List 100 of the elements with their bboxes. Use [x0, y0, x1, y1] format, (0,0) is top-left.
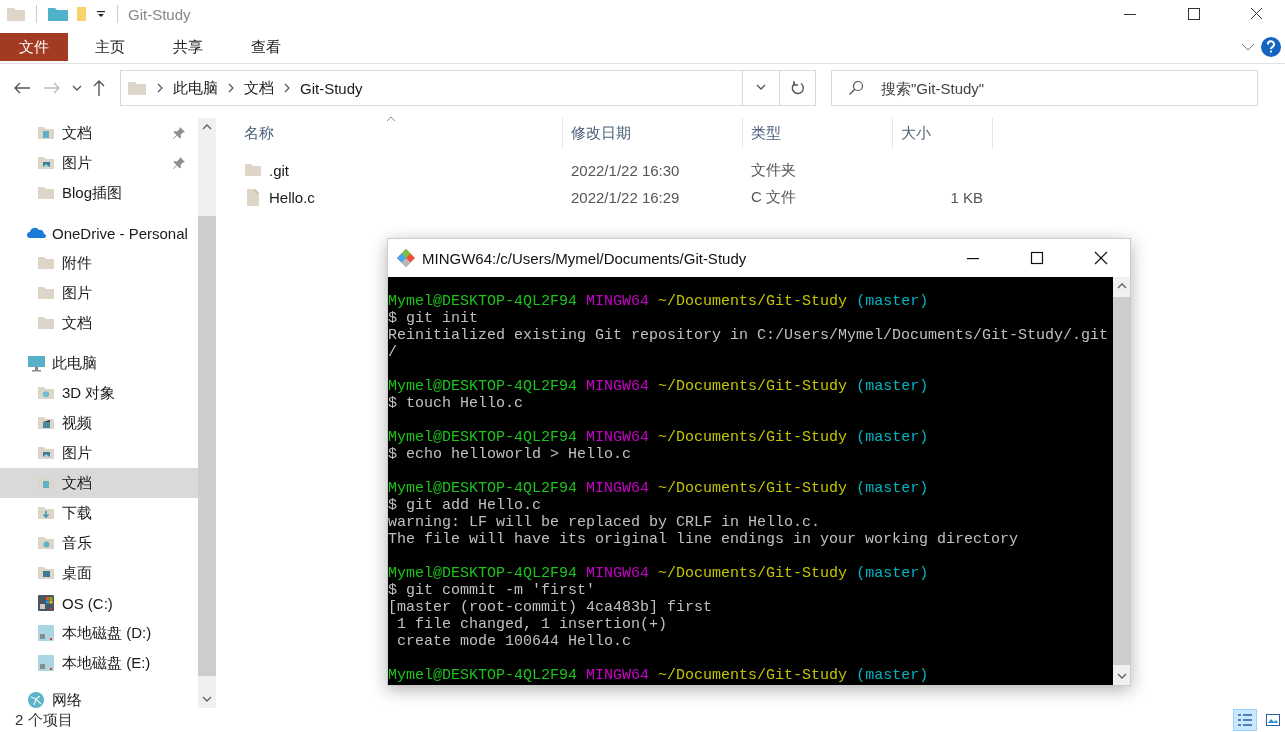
sidebar-item[interactable]: 3D 对象 [0, 378, 198, 408]
prompt-system: MINGW64 [586, 293, 650, 310]
chevron-right-icon [283, 83, 291, 93]
prompt-user: Mymel@DESKTOP-4QL2F94 [388, 429, 578, 446]
table-cell: 1 KB [950, 189, 983, 206]
terminal-line: warning: LF will be replaced by CRLF in Hello.c. [388, 514, 821, 531]
pin-icon[interactable] [172, 126, 186, 140]
prompt-path: ~/Documents/Git-Study [658, 293, 848, 310]
prompt-user: Mymel@DESKTOP-4QL2F94 [388, 480, 578, 497]
search-icon [848, 80, 864, 96]
window-title: MINGW64:/c/Users/Mymel/Documents/Git-Study [422, 249, 747, 267]
up-arrow-icon[interactable] [92, 79, 106, 97]
prompt-branch: (master) [856, 565, 929, 582]
scrollbar[interactable] [198, 118, 216, 708]
sidebar-item[interactable]: 图片 [0, 148, 198, 178]
breadcrumb[interactable]: 文档 [244, 78, 274, 98]
terminal-line: Reinitialized existing Git repository in C:/Users/Mymel/Documents/Git-Study/.git [388, 327, 1109, 344]
diamond-logo-icon [396, 248, 416, 268]
sidebar-item[interactable]: 文档 [0, 308, 198, 338]
prompt-branch: (master) [856, 293, 929, 310]
prompt-branch: (master) [856, 667, 929, 684]
monitor-icon [27, 353, 46, 373]
table-cell: 2022/1/22 16:30 [571, 162, 680, 179]
chevron-down-icon[interactable] [72, 84, 82, 92]
sidebar-item[interactable]: 本地磁盘 (D:) [0, 618, 198, 648]
prompt-path: ~/Documents/Git-Study [658, 378, 848, 395]
breadcrumb[interactable]: 此电脑 [173, 78, 218, 98]
prompt-system: MINGW64 [586, 667, 650, 684]
terminal-line: $ git init [388, 310, 478, 327]
sidebar-item[interactable]: 图片 [0, 278, 198, 308]
column-header[interactable]: 名称 [236, 118, 563, 148]
breadcrumb[interactable]: Git-Study [300, 79, 363, 97]
prompt-branch: (master) [856, 480, 929, 497]
prompt-path: ~/Documents/Git-Study [658, 429, 848, 446]
prompt-system: MINGW64 [586, 378, 650, 395]
sidebar-item[interactable]: 音乐 [0, 528, 198, 558]
prompt-system: MINGW64 [586, 565, 650, 582]
terminal-line: 1 file changed, 1 insertion(+) [396, 616, 668, 633]
sidebar-item[interactable]: 图片 [0, 438, 198, 468]
prompt-path: ~/Documents/Git-Study [658, 667, 848, 684]
terminal-line: [master (root-commit) 4ca483b] first [388, 599, 713, 616]
sidebar-item[interactable]: 文档 [0, 468, 198, 498]
column-header[interactable]: 大小 [893, 118, 993, 148]
sort-up-icon [386, 116, 396, 122]
sidebar-item[interactable]: 下载 [0, 498, 198, 528]
drive-icon [37, 623, 56, 643]
prompt-user: Mymel@DESKTOP-4QL2F94 [388, 565, 578, 582]
sidebar-item[interactable]: 本地磁盘 (E:) [0, 648, 198, 678]
prompt-branch: (master) [856, 429, 929, 446]
terminal-line: / [388, 344, 397, 361]
sidebar-item[interactable]: 此电脑 [0, 348, 198, 378]
file-name[interactable]: .git [269, 162, 289, 179]
window-title: Git-Study [128, 5, 191, 23]
ribbon-tab[interactable]: 文件 [0, 33, 68, 61]
ribbon-tab[interactable]: 主页 [78, 33, 142, 61]
thumbnail-icon [1265, 713, 1281, 727]
terminal-line: $ git commit -m 'first' [388, 582, 596, 599]
sidebar-item[interactable]: Blog插图 [0, 178, 198, 208]
forward-arrow-icon[interactable] [42, 80, 62, 96]
column-header[interactable]: 修改日期 [563, 118, 743, 148]
sidebar-item[interactable]: 视频 [0, 408, 198, 438]
terminal-line: $ git add Hello.c [388, 497, 542, 514]
ribbon-tab[interactable]: 查看 [234, 33, 298, 61]
chevron-down-icon [756, 84, 766, 92]
terminal-line: The file will have its original line endings in your working directory [388, 531, 1019, 548]
terminal-line: $ echo helloworld > Hello.c [388, 446, 632, 463]
sidebar-item[interactable]: 文档 [0, 118, 198, 148]
help-icon[interactable] [1261, 37, 1281, 57]
column-header[interactable]: 类型 [743, 118, 893, 148]
chevron-right-icon [156, 83, 164, 93]
globe-icon [27, 691, 46, 708]
drive-icon [37, 653, 56, 673]
prompt-user: Mymel@DESKTOP-4QL2F94 [388, 667, 578, 684]
search-field[interactable]: 搜索"Git-Study" [831, 70, 1258, 106]
sidebar-item[interactable]: 网络 [0, 688, 198, 708]
scrollbar[interactable] [1113, 277, 1130, 685]
ribbon-tab[interactable]: 共享 [156, 33, 220, 61]
list-icon [1237, 713, 1253, 727]
sidebar-item[interactable]: 附件 [0, 248, 198, 278]
folder-icon [127, 79, 147, 97]
chevron-down-icon[interactable] [1241, 42, 1255, 52]
terminal-line: $ touch Hello.c [388, 395, 524, 412]
sidebar-item[interactable]: 桌面 [0, 558, 198, 588]
table-cell: 2022/1/22 16:29 [571, 189, 680, 206]
prompt-path: ~/Documents/Git-Study [658, 480, 848, 497]
refresh-button[interactable] [780, 70, 816, 106]
sidebar-item[interactable]: OS (C:) [0, 588, 198, 618]
scroll-up-icon[interactable] [1116, 283, 1127, 289]
details-view-button[interactable] [1233, 709, 1257, 731]
file-name[interactable]: Hello.c [269, 189, 315, 206]
sidebar-item[interactable]: OneDrive - Personal [0, 218, 198, 248]
folder-icon[interactable] [47, 5, 69, 23]
address-field[interactable]: 此电脑 文档 Git-Study [120, 70, 780, 106]
back-arrow-icon[interactable] [12, 80, 32, 96]
prompt-system: MINGW64 [586, 480, 650, 497]
pin-icon[interactable] [172, 156, 186, 170]
chevron-right-icon [227, 83, 235, 93]
prompt-path: ~/Documents/Git-Study [658, 565, 848, 582]
scroll-down-icon[interactable] [1116, 673, 1127, 679]
prompt-user: Mymel@DESKTOP-4QL2F94 [388, 293, 578, 310]
